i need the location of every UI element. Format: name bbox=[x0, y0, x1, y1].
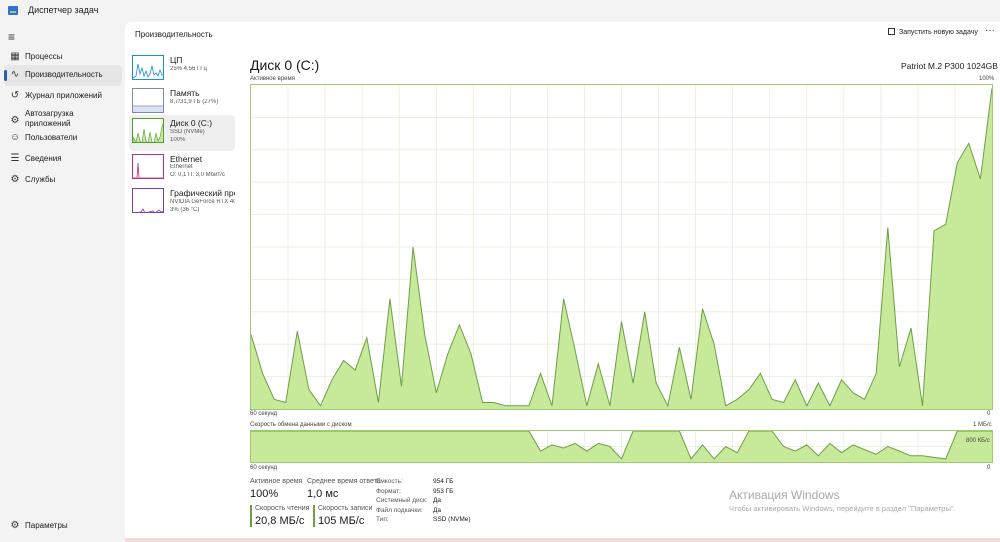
resource-sub: 8,7/31,9 ГБ (27%) bbox=[170, 99, 219, 105]
stat-avg-response-value: 1,0 мс bbox=[307, 488, 339, 500]
property-value: Да bbox=[433, 497, 442, 504]
task-manager-app-icon bbox=[8, 6, 18, 15]
graph1-min-label: 0 bbox=[987, 411, 991, 417]
stat-write-value: 105 МБ/с bbox=[318, 515, 365, 527]
transfer-rate-graph bbox=[250, 430, 993, 463]
active-time-graph-label: Активное время bbox=[250, 76, 295, 82]
title-bar: Диспетчер задач bbox=[0, 0, 1000, 22]
sidebar-item-history[interactable]: ↺ Журнал приложений bbox=[4, 86, 122, 107]
disk-thumbnail bbox=[132, 118, 164, 143]
sidebar: ≡ ▦ Процессы ∿ Производительность ↺ Журн… bbox=[0, 22, 125, 542]
resource-item-cpu[interactable]: ЦП 25% 4,56 ГГц bbox=[129, 52, 235, 86]
details-icon: ☰ bbox=[10, 153, 20, 164]
sidebar-item-label: Сведения bbox=[25, 154, 62, 163]
property-key: Системный диск: bbox=[376, 497, 428, 504]
sidebar-item-label: Производительность bbox=[25, 70, 103, 79]
resource-item-gpu[interactable]: Графический про NVIDIA GeForce RTX 406 3… bbox=[129, 185, 235, 221]
sidebar-item-label: Пользователи bbox=[25, 133, 78, 142]
settings-label: Параметры bbox=[25, 521, 68, 530]
processes-icon: ▦ bbox=[10, 51, 20, 62]
stat-read-value: 20,8 МБ/с bbox=[255, 515, 305, 527]
transfer-mid-label: 800 КБ/с bbox=[966, 438, 990, 444]
run-new-task-label: Запустить новую задачу bbox=[899, 29, 978, 36]
sidebar-item-services[interactable]: ⚙ Службы bbox=[4, 170, 122, 191]
property-key: Файл подкачки: bbox=[376, 507, 423, 514]
write-speed-indicator bbox=[313, 505, 315, 527]
resource-item-memory[interactable]: Память 8,7/31,9 ГБ (27%) bbox=[129, 85, 235, 119]
resource-name: Диск 0 (C:) bbox=[170, 118, 213, 128]
run-task-icon bbox=[888, 28, 895, 35]
gpu-mini-graph bbox=[137, 208, 163, 212]
stat-read-label: Скорость чтения bbox=[255, 505, 310, 512]
startup-icon: ⚙ bbox=[10, 115, 20, 126]
users-icon: ☺ bbox=[9, 132, 21, 143]
disk-model: Patriot M.2 P300 1024GB bbox=[901, 61, 998, 71]
transfer-graph-label: Скорость обмена данными с диском bbox=[250, 422, 352, 428]
property-value: SSD (NVMe) bbox=[433, 516, 471, 523]
stat-active-time-label: Активное время bbox=[250, 478, 303, 485]
performance-icon: ∿ bbox=[10, 69, 20, 80]
services-icon: ⚙ bbox=[10, 174, 20, 185]
resource-item-disk[interactable]: Диск 0 (C:) SSD (NVMe) 100% bbox=[129, 115, 235, 151]
cpu-mini-graph bbox=[133, 63, 163, 79]
stat-write-label: Скорость записи bbox=[318, 505, 373, 512]
read-speed-indicator bbox=[250, 505, 252, 527]
graph2-min-label: 0 bbox=[987, 465, 991, 471]
window-title: Диспетчер задач bbox=[28, 5, 99, 15]
sidebar-item-performance[interactable]: ∿ Производительность bbox=[4, 65, 122, 86]
resource-sub: 25% 4,56 ГГц bbox=[170, 66, 207, 72]
property-value: 953 ГБ bbox=[433, 488, 454, 495]
gear-icon: ⚙ bbox=[10, 520, 20, 531]
sidebar-item-details[interactable]: ☰ Сведения bbox=[4, 149, 122, 170]
more-options-button[interactable]: ··· bbox=[985, 25, 995, 36]
memory-mini-graph bbox=[133, 105, 163, 112]
resource-sub: NVIDIA GeForce RTX 406 bbox=[170, 199, 235, 205]
active-time-max-label: 100% bbox=[979, 76, 995, 82]
hamburger-menu-icon[interactable]: ≡ bbox=[8, 30, 15, 44]
resource-name: Графический про bbox=[170, 188, 235, 198]
resource-sub: Ethernet bbox=[170, 164, 193, 170]
graph1-time-label: 60 секунд bbox=[250, 411, 278, 417]
resource-item-ethernet[interactable]: Ethernet Ethernet О: 0,1 П: 3,0 Мбит/с bbox=[129, 151, 235, 185]
gpu-thumbnail bbox=[132, 188, 164, 213]
transfer-max-label: 1 МБ/с bbox=[973, 422, 992, 428]
bottom-edge-bar bbox=[125, 538, 1000, 542]
stat-avg-response-label: Среднее время ответа bbox=[307, 478, 381, 485]
property-key: Тип: bbox=[376, 516, 389, 523]
graph2-time-label: 60 секунд bbox=[250, 465, 278, 471]
activation-watermark-title: Активация Windows bbox=[729, 488, 840, 502]
resource-sub: 3% (36 °C) bbox=[170, 207, 200, 213]
sidebar-item-label: Журнал приложений bbox=[25, 91, 102, 100]
property-key: Формат: bbox=[376, 488, 401, 495]
resource-name: Ethernet bbox=[170, 154, 203, 164]
active-time-graph bbox=[250, 84, 993, 410]
disk-mini-graph bbox=[133, 123, 163, 142]
sidebar-item-label: Службы bbox=[25, 175, 56, 184]
ethernet-thumbnail bbox=[132, 154, 164, 179]
page-title: Производительность bbox=[135, 30, 213, 39]
resource-name: Память bbox=[170, 88, 200, 98]
transfer-rate-chart bbox=[250, 430, 993, 462]
resource-sub: SSD (NVMe) bbox=[170, 129, 205, 135]
resource-sub: 100% bbox=[170, 137, 186, 143]
settings-button[interactable]: ⚙ Параметры bbox=[4, 516, 122, 536]
property-value: Да bbox=[433, 507, 442, 514]
resource-sub: О: 0,1 П: 3,0 Мбит/с bbox=[170, 172, 225, 178]
history-icon: ↺ bbox=[10, 90, 20, 101]
active-time-chart bbox=[250, 85, 993, 409]
disk-title: Диск 0 (C:) bbox=[250, 57, 320, 73]
ethernet-mini-graph bbox=[133, 162, 163, 178]
resource-name: ЦП bbox=[170, 55, 183, 65]
activation-watermark-text: Чтобы активировать Windows, перейдите в … bbox=[729, 504, 956, 513]
memory-thumbnail bbox=[132, 88, 164, 113]
sidebar-item-label: Автозагрузка приложений bbox=[25, 109, 74, 128]
property-value: 954 ГБ bbox=[433, 478, 454, 485]
sidebar-item-users[interactable]: ☺ Пользователи bbox=[4, 128, 122, 149]
run-new-task-button[interactable]: Запустить новую задачу bbox=[888, 28, 978, 36]
sidebar-item-label: Процессы bbox=[25, 52, 63, 61]
cpu-thumbnail bbox=[132, 55, 164, 80]
property-key: Емкость: bbox=[376, 478, 403, 485]
stat-active-time-value: 100% bbox=[250, 488, 279, 500]
